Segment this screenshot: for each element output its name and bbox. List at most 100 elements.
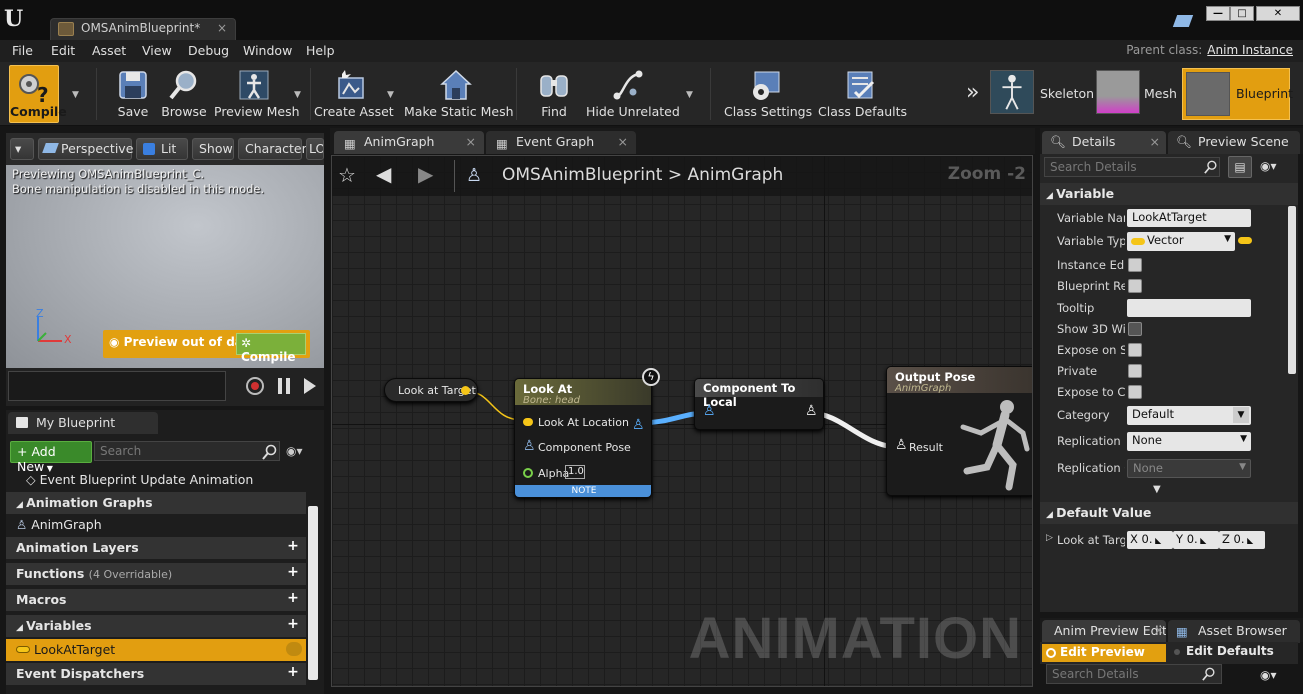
find-button[interactable]: Find — [532, 64, 576, 122]
toolbar-overflow-icon[interactable]: » — [966, 80, 979, 105]
component-pose-input-pin-icon[interactable]: ♙ — [703, 403, 716, 419]
close-tab-icon[interactable]: × — [1150, 134, 1160, 149]
component-pose-pin-icon[interactable]: ♙ — [523, 438, 536, 454]
category-macros[interactable]: Macros + — [6, 589, 306, 611]
add-event-dispatcher-button[interactable]: + — [286, 665, 300, 680]
preview-mesh-button[interactable]: Preview Mesh — [214, 64, 300, 122]
expand-arrow-icon[interactable]: ▷ — [1046, 533, 1053, 543]
tab-details[interactable]: 🔍︎ Details × — [1042, 131, 1166, 154]
character-button[interactable]: Character — [238, 138, 307, 160]
lod-button[interactable]: LO — [306, 138, 324, 160]
category-event-dispatchers[interactable]: Event Dispatchers + — [6, 663, 306, 685]
result-pin-icon[interactable]: ♙ — [895, 437, 908, 453]
look-at-node[interactable]: Look At Bone: head Look At Location ♙ ♙ … — [514, 378, 652, 498]
view-options-eye-icon[interactable]: ◉▾ — [286, 444, 303, 458]
menu-asset[interactable]: Asset — [92, 43, 126, 58]
pose-output-pin-icon[interactable]: ♙ — [632, 417, 645, 433]
make-static-mesh-button[interactable]: Make Static Mesh — [404, 64, 514, 122]
pause-button[interactable] — [278, 378, 290, 394]
my-blueprint-scrollbar[interactable] — [308, 506, 318, 680]
look-at-target-getter-node[interactable]: Look at Target — [384, 378, 478, 402]
close-tab-icon[interactable]: × — [1154, 623, 1164, 637]
local-pose-output-pin-icon[interactable]: ♙ — [805, 403, 818, 419]
blueprint-read-only-checkbox[interactable] — [1128, 279, 1142, 293]
component-to-local-node[interactable]: Component To Local ♙ ♙ — [694, 378, 824, 430]
add-variable-button[interactable]: + — [286, 617, 300, 632]
menu-file[interactable]: File — [12, 43, 33, 58]
property-matrix-button[interactable]: ▤ — [1228, 156, 1252, 178]
show-3d-widget-checkbox[interactable] — [1128, 322, 1142, 336]
variable-visibility-eye-icon[interactable] — [286, 642, 302, 656]
variable-type-dropdown[interactable]: Vector ▼ — [1127, 232, 1235, 251]
record-button[interactable] — [246, 377, 264, 395]
compile-options-chevron-icon[interactable]: ▼ — [72, 90, 79, 100]
category-variables[interactable]: ◢ Variables + — [6, 615, 306, 637]
replication-condition-dropdown[interactable]: None ▼ — [1127, 459, 1251, 478]
add-animation-layer-button[interactable]: + — [286, 539, 300, 554]
tab-anim-preview-editor[interactable]: Anim Preview Editor — [1042, 620, 1166, 643]
edit-defaults-button[interactable]: Edit Defaults — [1186, 644, 1274, 658]
viewport-compile-button[interactable]: ✲ Compile — [236, 333, 306, 364]
tooltip-input[interactable] — [1127, 299, 1251, 317]
add-function-button[interactable]: + — [286, 565, 300, 580]
source-control-icon[interactable] — [1172, 15, 1194, 27]
advanced-expand-chevron-icon[interactable]: ▼ — [1153, 484, 1161, 495]
instance-editable-checkbox[interactable] — [1128, 258, 1142, 272]
my-blueprint-search-input[interactable] — [94, 441, 280, 461]
add-macro-button[interactable]: + — [286, 591, 300, 606]
perspective-button[interactable]: Perspective — [38, 138, 133, 160]
lit-button[interactable]: Lit — [136, 138, 188, 160]
category-dropdown[interactable]: Default ▼ — [1127, 406, 1251, 425]
tab-anim-graph[interactable]: ▦ AnimGraph × — [334, 131, 484, 154]
close-tab-icon[interactable]: × — [217, 21, 227, 35]
view-options-eye-icon[interactable]: ◉▾ — [1260, 159, 1277, 173]
mode-tab-skeleton[interactable]: Skeleton — [990, 70, 1094, 118]
tab-preview-scene[interactable]: 🔍︎ Preview Scene — [1168, 131, 1300, 154]
close-window-button[interactable]: ✕ — [1256, 6, 1300, 21]
close-tab-icon[interactable]: × — [618, 134, 628, 149]
category-default-value[interactable]: ◢ Default Value — [1040, 502, 1298, 524]
category-functions[interactable]: Functions (4 Overridable) + — [6, 563, 306, 585]
preview-mesh-chevron-icon[interactable]: ▼ — [294, 90, 301, 100]
show-button[interactable]: Show — [192, 138, 234, 160]
expose-on-spawn-checkbox[interactable] — [1128, 343, 1142, 357]
compile-button[interactable]: ? Compile — [9, 65, 67, 123]
graph-canvas[interactable]: ☆ ◀ ▶ ♙ OMSAnimBlueprint > AnimGraph Zoo… — [331, 155, 1033, 687]
menu-debug[interactable]: Debug — [188, 43, 229, 58]
z-value-input[interactable]: Z 0. ◣ — [1219, 531, 1265, 549]
variable-name-input[interactable]: LookAtTarget — [1127, 209, 1251, 227]
category-animation-graphs[interactable]: ◢ Animation Graphs — [6, 492, 306, 514]
mode-tab-mesh[interactable]: Mesh — [1096, 70, 1180, 118]
anim-graph-item[interactable]: ♙ AnimGraph — [6, 514, 306, 536]
close-tab-icon[interactable]: × — [466, 134, 476, 149]
add-new-button[interactable]: + Add New ▼ — [10, 441, 92, 474]
replication-dropdown[interactable]: None ▼ — [1127, 432, 1251, 451]
parent-class-link[interactable]: Anim Instance — [1207, 43, 1293, 57]
tab-asset-browser[interactable]: ▦ Asset Browser — [1168, 620, 1300, 643]
x-value-input[interactable]: X 0. ◣ — [1127, 531, 1173, 549]
create-asset-chevron-icon[interactable]: ▼ — [387, 90, 394, 100]
hide-unrelated-button[interactable]: Hide Unrelated — [586, 64, 680, 122]
viewport-options-chevron-icon[interactable]: ▾ — [10, 138, 34, 160]
bottom-search-input[interactable] — [1046, 664, 1222, 684]
menu-window[interactable]: Window — [243, 43, 292, 58]
create-asset-button[interactable]: Create Asset — [314, 64, 394, 122]
look-at-location-pin[interactable] — [523, 418, 533, 426]
menu-edit[interactable]: Edit — [51, 43, 75, 58]
menu-help[interactable]: Help — [306, 43, 335, 58]
document-tab[interactable]: OMSAnimBlueprint* × — [50, 18, 236, 40]
tab-event-graph[interactable]: ▦ Event Graph × — [486, 131, 636, 154]
vector-output-pin[interactable] — [461, 386, 470, 395]
mode-tab-blueprint[interactable]: Blueprint — [1182, 68, 1293, 120]
expose-to-cinematics-checkbox[interactable] — [1128, 385, 1142, 399]
browse-button[interactable]: Browse — [160, 64, 208, 122]
menu-view[interactable]: View — [142, 43, 172, 58]
event-update-animation-row[interactable]: ◇ Event Blueprint Update Animation — [6, 469, 306, 491]
timeline-scrubber[interactable] — [8, 371, 226, 401]
hide-unrelated-chevron-icon[interactable]: ▼ — [686, 90, 693, 100]
alpha-pin[interactable] — [523, 468, 533, 478]
class-defaults-button[interactable]: Class Defaults — [818, 64, 907, 122]
my-blueprint-tab[interactable]: My Blueprint — [8, 412, 158, 434]
y-value-input[interactable]: Y 0. ◣ — [1173, 531, 1219, 549]
play-forward-button[interactable] — [304, 378, 316, 394]
